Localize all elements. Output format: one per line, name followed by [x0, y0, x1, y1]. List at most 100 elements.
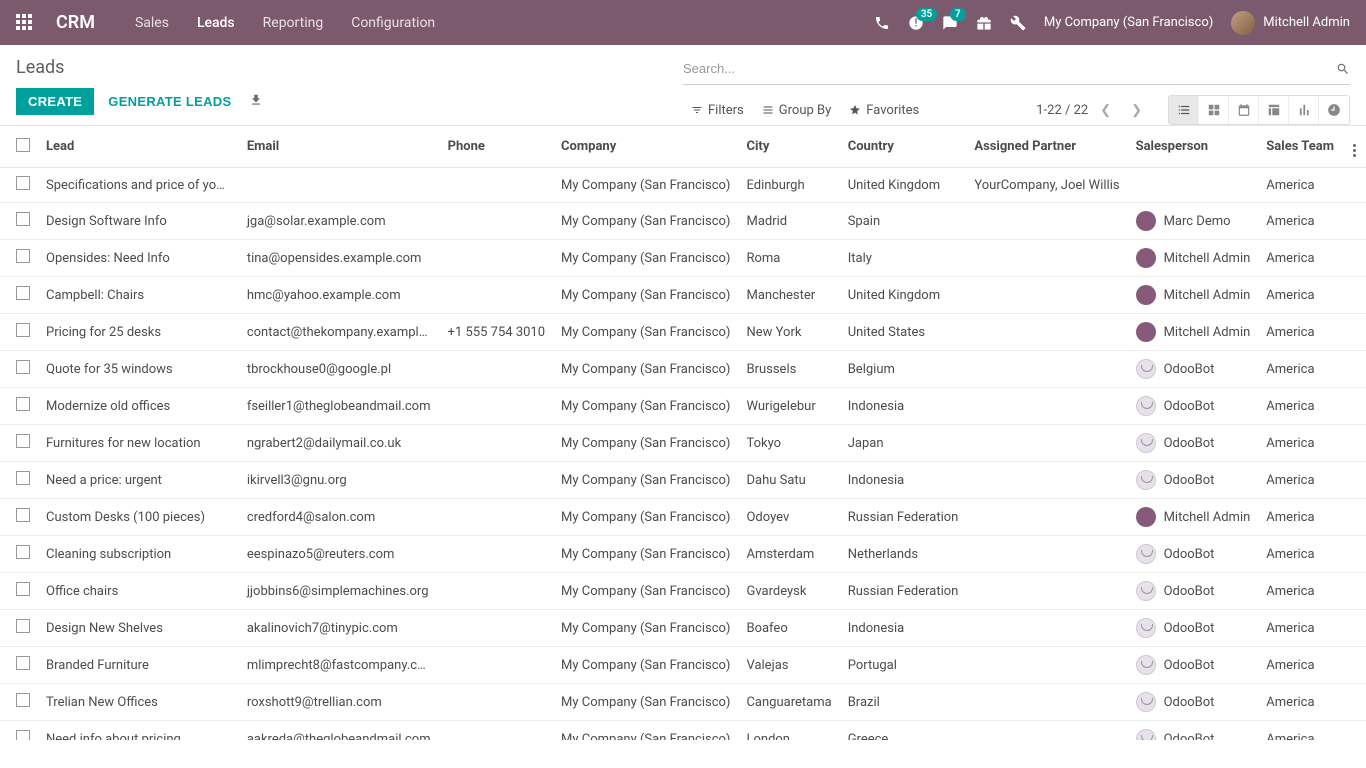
col-salesperson[interactable]: Salesperson: [1128, 126, 1259, 168]
view-list-icon[interactable]: [1169, 96, 1199, 124]
topbar: CRM Sales Leads Reporting Configuration …: [0, 0, 1366, 45]
row-checkbox[interactable]: [16, 360, 30, 374]
search-input[interactable]: [683, 57, 1336, 80]
cell-salesperson: Mitchell Admin: [1128, 240, 1259, 277]
wrench-icon[interactable]: [1010, 15, 1026, 31]
cell-phone: [440, 721, 553, 741]
apps-icon[interactable]: [16, 14, 34, 32]
cell-company: My Company (San Francisco): [553, 721, 738, 741]
view-pivot-icon[interactable]: [1259, 96, 1289, 124]
cell-country: United Kingdom: [840, 277, 967, 314]
col-country[interactable]: Country: [840, 126, 967, 168]
cell-country: Indonesia: [840, 462, 967, 499]
row-checkbox[interactable]: [16, 693, 30, 707]
table-row[interactable]: Opensides: Need Infotina@opensides.examp…: [0, 240, 1366, 277]
row-checkbox[interactable]: [16, 434, 30, 448]
cell-team: America: [1258, 536, 1342, 573]
download-icon[interactable]: [245, 89, 267, 114]
col-assigned[interactable]: Assigned Partner: [966, 126, 1127, 168]
columns-menu-icon[interactable]: [1353, 144, 1356, 157]
table-row[interactable]: Branded Furnituremlimprecht8@fastcompany…: [0, 647, 1366, 684]
table-scroll[interactable]: Lead Email Phone Company City Country As…: [0, 125, 1366, 740]
row-checkbox[interactable]: [16, 176, 30, 190]
col-team[interactable]: Sales Team: [1258, 126, 1342, 168]
row-checkbox[interactable]: [16, 397, 30, 411]
view-activity-icon[interactable]: [1319, 96, 1349, 124]
favorites-button[interactable]: Favorites: [841, 99, 927, 122]
col-phone[interactable]: Phone: [440, 126, 553, 168]
col-city[interactable]: City: [738, 126, 839, 168]
row-checkbox[interactable]: [16, 249, 30, 263]
cell-assigned: [966, 462, 1127, 499]
cell-assigned: [966, 425, 1127, 462]
row-checkbox[interactable]: [16, 323, 30, 337]
table-row[interactable]: Pricing for 25 deskscontact@thekompany.e…: [0, 314, 1366, 351]
cell-phone: [440, 684, 553, 721]
cell-phone: [440, 425, 553, 462]
cell-country: Indonesia: [840, 388, 967, 425]
table-row[interactable]: Design New Shelvesakalinovich7@tinypic.c…: [0, 610, 1366, 647]
cell-salesperson: Mitchell Admin: [1128, 277, 1259, 314]
row-checkbox[interactable]: [16, 286, 30, 300]
activities-icon[interactable]: 35: [908, 15, 924, 31]
filters-button[interactable]: Filters: [683, 99, 752, 122]
row-checkbox[interactable]: [16, 582, 30, 596]
row-checkbox[interactable]: [16, 656, 30, 670]
create-button[interactable]: Create: [16, 88, 94, 115]
row-checkbox[interactable]: [16, 730, 30, 740]
messages-icon[interactable]: 7: [942, 15, 958, 31]
cell-team: America: [1258, 684, 1342, 721]
cell-team: America: [1258, 240, 1342, 277]
row-checkbox[interactable]: [16, 212, 30, 226]
view-kanban-icon[interactable]: [1199, 96, 1229, 124]
table-row[interactable]: Trelian New Officesroxshott9@trellian.co…: [0, 684, 1366, 721]
view-calendar-icon[interactable]: [1229, 96, 1259, 124]
nav-reporting[interactable]: Reporting: [263, 15, 324, 31]
nav-leads[interactable]: Leads: [197, 15, 235, 31]
table-row[interactable]: Quote for 35 windowstbrockhouse0@google.…: [0, 351, 1366, 388]
pager-value[interactable]: 1-22 / 22: [1036, 103, 1088, 118]
user-menu[interactable]: Mitchell Admin: [1231, 11, 1350, 35]
row-checkbox[interactable]: [16, 545, 30, 559]
cell-team: America: [1258, 203, 1342, 240]
col-email[interactable]: Email: [239, 126, 440, 168]
salesperson-avatar-icon: [1136, 470, 1156, 490]
search-icon[interactable]: [1336, 62, 1350, 76]
table-row[interactable]: Modernize old officesfseiller1@theglobea…: [0, 388, 1366, 425]
cell-team: America: [1258, 462, 1342, 499]
col-lead[interactable]: Lead: [38, 126, 239, 168]
col-company[interactable]: Company: [553, 126, 738, 168]
nav-configuration[interactable]: Configuration: [351, 15, 435, 31]
phone-icon[interactable]: [874, 15, 890, 31]
table-row[interactable]: Office chairsjjobbins6@simplemachines.or…: [0, 573, 1366, 610]
cell-team: America: [1258, 168, 1342, 203]
pager-next-icon[interactable]: ❯: [1123, 99, 1150, 122]
nav-sales[interactable]: Sales: [135, 15, 169, 31]
cell-lead: Campbell: Chairs: [38, 277, 239, 314]
view-graph-icon[interactable]: [1289, 96, 1319, 124]
salesperson-avatar-icon: [1136, 396, 1156, 416]
row-checkbox[interactable]: [16, 508, 30, 522]
cell-team: America: [1258, 647, 1342, 684]
select-all-checkbox[interactable]: [16, 138, 30, 152]
gift-icon[interactable]: [976, 15, 992, 31]
table-row[interactable]: Specifications and price of your p...My …: [0, 168, 1366, 203]
row-checkbox[interactable]: [16, 619, 30, 633]
cell-company: My Company (San Francisco): [553, 388, 738, 425]
table-row[interactable]: Furnitures for new locationngrabert2@dai…: [0, 425, 1366, 462]
table-row[interactable]: Need a price: urgentikirvell3@gnu.orgMy …: [0, 462, 1366, 499]
generate-leads-button[interactable]: Generate Leads: [108, 94, 231, 109]
company-switcher[interactable]: My Company (San Francisco): [1044, 15, 1213, 30]
cell-salesperson: OdooBot: [1128, 647, 1259, 684]
row-checkbox[interactable]: [16, 471, 30, 485]
cell-assigned: [966, 314, 1127, 351]
table-row[interactable]: Campbell: Chairshmc@yahoo.example.comMy …: [0, 277, 1366, 314]
table-row[interactable]: Need info about pricingaakreda@theglobea…: [0, 721, 1366, 741]
table-row[interactable]: Custom Desks (100 pieces)credford4@salon…: [0, 499, 1366, 536]
table-row[interactable]: Design Software Infojga@solar.example.co…: [0, 203, 1366, 240]
cell-country: Greece: [840, 721, 967, 741]
cell-phone: [440, 388, 553, 425]
pager-prev-icon[interactable]: ❮: [1092, 99, 1119, 122]
table-row[interactable]: Cleaning subscriptioneespinazo5@reuters.…: [0, 536, 1366, 573]
groupby-button[interactable]: Group By: [754, 99, 840, 122]
